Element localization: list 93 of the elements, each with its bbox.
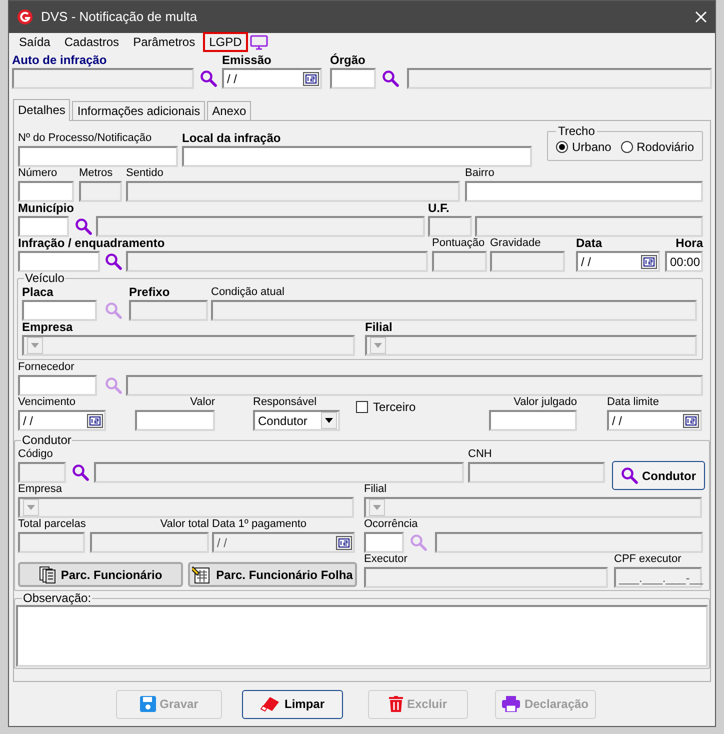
- calendar-icon[interactable]: [641, 254, 657, 268]
- input-field[interactable]: [135, 410, 215, 431]
- calendar-icon[interactable]: [87, 414, 103, 428]
- field-label: Total parcelas: [18, 517, 86, 531]
- field-label: CPF executor: [614, 552, 682, 566]
- input-field[interactable]: 00:00: [665, 251, 703, 272]
- field-label: Prefixo: [129, 285, 170, 299]
- calendar-icon[interactable]: [303, 72, 319, 86]
- field-label: Condição atual: [211, 285, 284, 299]
- field-label: Órgão: [330, 53, 366, 67]
- notes-textarea[interactable]: [16, 605, 708, 667]
- app-logo-icon: [17, 9, 33, 25]
- date-field[interactable]: / /: [18, 410, 106, 431]
- menu-item[interactable]: Cadastros: [58, 32, 126, 52]
- field-label: U.F.: [428, 201, 450, 215]
- input-field[interactable]: [18, 375, 97, 396]
- field-label: Empresa: [22, 320, 73, 334]
- field-label: Valor: [190, 395, 215, 409]
- field-label: CNH: [468, 447, 492, 461]
- field-label: Data: [576, 236, 602, 250]
- input-field[interactable]: [22, 300, 97, 321]
- group-title: Trecho: [557, 125, 596, 138]
- trash-icon: [388, 696, 403, 712]
- field-label: Bairro: [465, 166, 494, 180]
- driver-search-button[interactable]: Condutor: [612, 461, 705, 490]
- input-field[interactable]: [465, 181, 703, 202]
- search-icon[interactable]: [382, 70, 398, 87]
- field-label: Executor: [364, 552, 408, 566]
- field-label: Pontuação: [432, 236, 485, 250]
- search-icon[interactable]: [621, 467, 638, 484]
- field-label: Data limite: [607, 395, 659, 409]
- window-title: DVS - Notificação de multa: [41, 8, 198, 26]
- field-label: Município: [18, 201, 74, 215]
- field-label: Número: [18, 166, 58, 180]
- field-label: Vencimento: [18, 395, 76, 409]
- search-icon[interactable]: [74, 218, 92, 235]
- date-field[interactable]: / /: [576, 251, 660, 272]
- search-icon[interactable]: [104, 253, 122, 270]
- close-icon[interactable]: [695, 11, 707, 23]
- installments-button[interactable]: Parc. Funcionário Folha: [188, 562, 357, 587]
- eraser-icon: [260, 696, 280, 712]
- input-field[interactable]: [330, 68, 376, 89]
- field-label: Auto de infração: [12, 53, 107, 67]
- menu-item[interactable]: Parâmetros: [127, 32, 202, 52]
- search-icon[interactable]: [200, 70, 216, 87]
- field-label: Nº do Processo/Notificação: [18, 131, 152, 145]
- group-title: Condutor: [21, 434, 72, 447]
- field-label: Código: [18, 447, 53, 461]
- field-label: Emissão: [222, 53, 272, 67]
- action-button[interactable]: Limpar: [242, 690, 343, 718]
- tab[interactable]: Detalhes: [13, 99, 70, 121]
- field-label: Empresa: [18, 482, 62, 496]
- installments-button[interactable]: Parc. Funcionário: [18, 562, 183, 587]
- group-title: Observação:: [22, 592, 92, 605]
- radio-option[interactable]: Rodoviário: [620, 138, 694, 156]
- documents-icon: [38, 566, 57, 584]
- field-label: Valor julgado: [514, 395, 577, 409]
- calendar-icon[interactable]: [683, 414, 699, 428]
- search-icon[interactable]: [72, 464, 88, 481]
- field-label: Filial: [365, 320, 392, 334]
- radio-option[interactable]: Urbano: [556, 138, 612, 156]
- input-field[interactable]: [18, 251, 100, 272]
- field-label: Ocorrência: [364, 517, 418, 531]
- checkbox-option[interactable]: Terceiro: [356, 398, 426, 416]
- menu-item[interactable]: LGPD: [203, 32, 248, 52]
- field-label: Data 1º pagamento: [212, 517, 307, 531]
- field-label: Fornecedor: [18, 360, 74, 374]
- group-title: Veículo: [24, 272, 66, 285]
- input-field[interactable]: [364, 532, 404, 553]
- input-field[interactable]: [182, 146, 532, 167]
- field-label: Gravidade: [490, 236, 541, 250]
- field-label: Placa: [22, 285, 54, 299]
- input-field[interactable]: [18, 181, 74, 202]
- input-field[interactable]: [489, 410, 577, 431]
- input-field[interactable]: [18, 216, 69, 237]
- field-label: Metros: [79, 166, 113, 180]
- field-label: Sentido: [126, 166, 164, 180]
- field-label: Responsável: [253, 395, 317, 409]
- tab[interactable]: Anexo: [207, 101, 252, 120]
- field-label: Hora: [676, 236, 703, 250]
- input-field[interactable]: [18, 146, 178, 167]
- printer-icon: [502, 696, 520, 712]
- menu-item[interactable]: Saída: [13, 32, 56, 52]
- field-label: Valor total: [160, 517, 209, 531]
- date-field[interactable]: / /: [607, 410, 702, 431]
- monitor-icon[interactable]: [250, 34, 268, 50]
- field-label: Infração / enquadramento: [18, 236, 165, 250]
- date-field[interactable]: / /: [222, 68, 322, 89]
- field-label: Local da infração: [182, 131, 281, 145]
- field-label: Filial: [364, 482, 387, 496]
- payroll-sheet-icon: [192, 566, 212, 584]
- tab[interactable]: Informações adicionais: [72, 101, 206, 120]
- select-field[interactable]: Condutor: [253, 410, 340, 431]
